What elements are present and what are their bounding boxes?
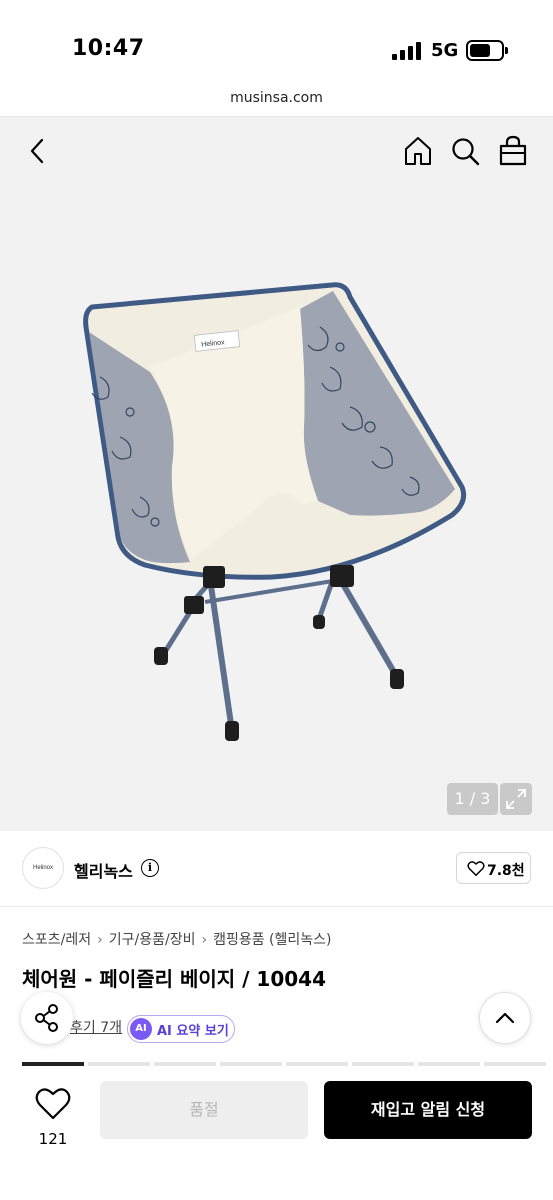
scroll-top-button[interactable] <box>479 992 531 1044</box>
restock-alert-button[interactable]: 재입고 알림 신청 <box>324 1081 532 1139</box>
info-icon[interactable]: i <box>141 859 159 877</box>
url-text: musinsa.com <box>230 90 323 106</box>
chevron-left-icon <box>30 138 44 164</box>
brand-like-button[interactable]: 7.8천 <box>456 852 531 884</box>
expand-icon <box>506 789 526 809</box>
cart-button[interactable] <box>495 133 531 169</box>
browser-url-bar[interactable]: musinsa.com <box>0 85 553 117</box>
gallery-page-counter: 1 / 3 <box>447 783 498 815</box>
battery-icon <box>466 40 508 61</box>
home-button[interactable] <box>400 133 436 169</box>
product-gallery[interactable]: Helinox 1 / 3 <box>0 117 553 831</box>
breadcrumb-item[interactable]: 스포츠/레저 <box>22 932 91 948</box>
soldout-button[interactable]: 품절 <box>100 1081 308 1139</box>
chevron-up-icon <box>495 1012 515 1024</box>
brand-row: Helinox 헬리녹스 i 7.8천 <box>0 831 553 907</box>
breadcrumb-item[interactable]: 캠핑용품 (헬리녹스) <box>213 932 331 948</box>
search-icon <box>452 138 480 166</box>
signal-bars-icon <box>392 42 422 60</box>
heart-icon <box>467 861 485 877</box>
home-icon <box>405 137 431 165</box>
ai-summary-button[interactable]: AI AI 요약 보기 <box>127 1015 235 1043</box>
back-button[interactable] <box>20 133 56 169</box>
wishlist-button[interactable]: 121 <box>30 1082 76 1148</box>
brand-like-count: 7.8천 <box>487 863 525 879</box>
brand-logo[interactable]: Helinox <box>22 847 64 889</box>
brand-name[interactable]: 헬리녹스 <box>74 858 133 882</box>
ai-badge: AI <box>130 1018 152 1040</box>
status-bar: 10:47 5G <box>0 0 553 85</box>
ai-summary-label: AI 요약 보기 <box>157 1024 229 1039</box>
breadcrumb-item[interactable]: 기구/용품/장비 <box>109 932 196 948</box>
search-button[interactable] <box>447 133 483 169</box>
heart-icon <box>35 1088 71 1120</box>
brand-logo-text: Helinox <box>32 865 53 871</box>
product-image: Helinox <box>83 282 467 741</box>
bottom-action-bar: 121 품절 재입고 알림 신청 <box>0 1066 553 1200</box>
product-title: 체어원 - 페이즐리 베이지 / 10044 <box>22 967 326 991</box>
review-link[interactable]: 후기 7개 <box>70 1017 122 1037</box>
expand-button[interactable] <box>500 783 532 815</box>
share-icon <box>35 1004 58 1032</box>
network-label: 5G <box>431 40 459 61</box>
share-button[interactable] <box>21 992 73 1044</box>
breadcrumb: 스포츠/레저 › 기구/용품/장비 › 캠핑용품 (헬리녹스) <box>22 932 332 948</box>
status-time: 10:47 <box>72 36 145 61</box>
shopping-bag-icon <box>499 135 527 166</box>
wishlist-count: 121 <box>38 1130 68 1148</box>
